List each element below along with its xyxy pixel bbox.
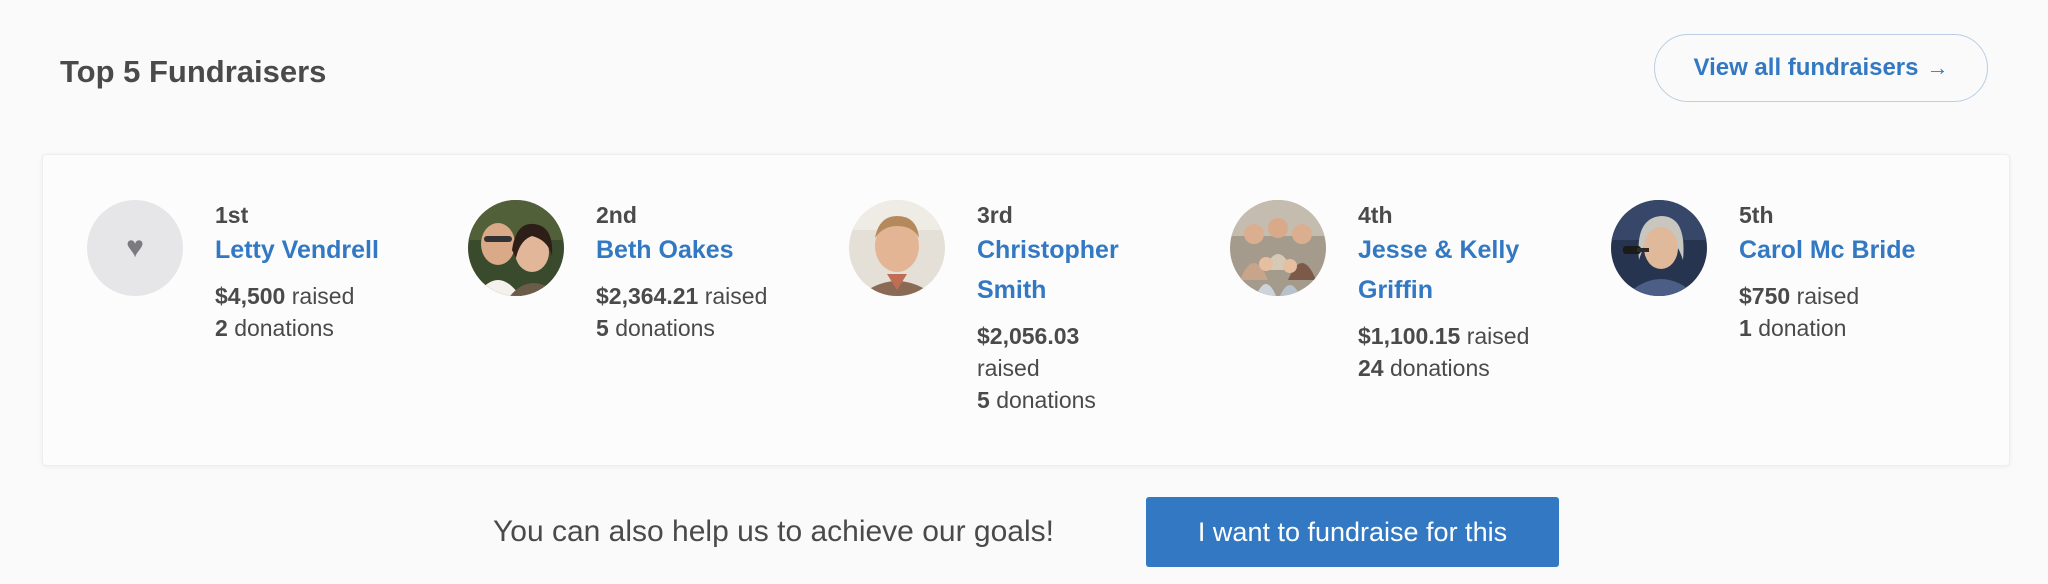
fundraiser-name-line: Griffin bbox=[1358, 276, 1433, 304]
avatar bbox=[468, 200, 564, 296]
fundraiser-item-3: 3rd Christopher Smith $2,056.03 raised 5… bbox=[849, 200, 1209, 440]
cta-row: You can also help us to achieve our goal… bbox=[0, 497, 2048, 567]
fundraiser-stats: $750 raised 1 donation bbox=[1739, 280, 1959, 344]
amount-raised: $1,100.15 bbox=[1358, 323, 1461, 349]
raised-label: raised bbox=[704, 283, 768, 309]
fundraiser-stats: $2,056.03 raised 5 donations bbox=[977, 320, 1197, 416]
fundraiser-info: 5th Carol Mc Bride $750 raised 1 donatio… bbox=[1739, 200, 1959, 344]
raised-label: raised bbox=[1466, 323, 1530, 349]
amount-raised: $2,364.21 bbox=[596, 283, 699, 309]
cta-text: You can also help us to achieve our goal… bbox=[493, 515, 1054, 548]
view-all-label: View all fundraisers bbox=[1693, 54, 1919, 81]
view-all-fundraisers-button[interactable]: View all fundraisers → bbox=[1654, 34, 1988, 102]
fundraiser-item-4: 4th Jesse & Kelly Griffin $1,100.15 rais… bbox=[1230, 200, 1590, 440]
donation-label: donations bbox=[615, 315, 715, 341]
fundraiser-info: 2nd Beth Oakes $2,364.21 raised 5 donati… bbox=[596, 200, 816, 344]
fundraiser-info: 1st Letty Vendrell $4,500 raised 2 donat… bbox=[215, 200, 435, 344]
fundraiser-name-link[interactable]: Carol Mc Bride bbox=[1739, 230, 1959, 270]
donation-count: 1 bbox=[1739, 315, 1752, 341]
amount-raised: $750 bbox=[1739, 283, 1791, 309]
fundraiser-name-line: Carol Mc Bride bbox=[1739, 236, 1916, 264]
fundraisers-card: ♥ 1st Letty Vendrell $4,500 raised 2 don… bbox=[42, 154, 2010, 466]
rank: 3rd bbox=[977, 202, 1013, 228]
fundraiser-name-link[interactable]: Christopher Smith bbox=[977, 230, 1197, 310]
donation-label: donations bbox=[1389, 355, 1490, 381]
raised-label: raised bbox=[977, 355, 1040, 381]
header: Top 5 Fundraisers View all fundraisers → bbox=[60, 34, 1988, 106]
fundraiser-name-link[interactable]: Letty Vendrell bbox=[215, 230, 435, 270]
rank: 1st bbox=[215, 202, 249, 228]
rank: 2nd bbox=[596, 202, 637, 228]
donation-count: 24 bbox=[1358, 355, 1384, 381]
rank: 4th bbox=[1358, 202, 1393, 228]
avatar bbox=[1611, 200, 1707, 296]
fundraiser-name-link[interactable]: Jesse & Kelly Griffin bbox=[1358, 230, 1578, 310]
avatar bbox=[1230, 200, 1326, 296]
heart-icon: ♥ bbox=[126, 231, 144, 264]
avatar bbox=[849, 200, 945, 296]
donation-label: donation bbox=[1758, 315, 1847, 341]
amount-raised: $4,500 bbox=[215, 283, 286, 309]
donation-label: donations bbox=[996, 387, 1096, 413]
donation-count: 5 bbox=[596, 315, 609, 341]
avatar: ♥ bbox=[87, 200, 183, 296]
fundraiser-item-1: ♥ 1st Letty Vendrell $4,500 raised 2 don… bbox=[87, 200, 447, 440]
amount-raised: $2,056.03 bbox=[977, 323, 1080, 349]
fundraiser-info: 4th Jesse & Kelly Griffin $1,100.15 rais… bbox=[1358, 200, 1578, 384]
fundraiser-stats: $1,100.15 raised 24 donations bbox=[1358, 320, 1578, 384]
fundraiser-stats: $2,364.21 raised 5 donations bbox=[596, 280, 816, 344]
donation-label: donations bbox=[234, 315, 334, 341]
raised-label: raised bbox=[1796, 283, 1860, 309]
fundraiser-name-line: Beth Oakes bbox=[596, 236, 734, 264]
fundraiser-info: 3rd Christopher Smith $2,056.03 raised 5… bbox=[977, 200, 1197, 416]
fundraiser-stats: $4,500 raised 2 donations bbox=[215, 280, 435, 344]
fundraiser-name-line: Jesse & Kelly bbox=[1358, 236, 1520, 264]
fundraiser-item-5: 5th Carol Mc Bride $750 raised 1 donatio… bbox=[1611, 200, 1971, 440]
fundraiser-item-2: 2nd Beth Oakes $2,364.21 raised 5 donati… bbox=[468, 200, 828, 440]
fundraiser-name-link[interactable]: Beth Oakes bbox=[596, 230, 816, 270]
raised-label: raised bbox=[291, 283, 355, 309]
fundraiser-name-line: Letty Vendrell bbox=[215, 236, 379, 264]
donation-count: 5 bbox=[977, 387, 990, 413]
arrow-right-icon: → bbox=[1926, 55, 1949, 80]
page-title: Top 5 Fundraisers bbox=[60, 54, 327, 89]
fundraiser-name-line: Smith bbox=[977, 276, 1047, 304]
fundraise-button[interactable]: I want to fundraise for this bbox=[1146, 497, 1559, 567]
donation-count: 2 bbox=[215, 315, 228, 341]
rank: 5th bbox=[1739, 202, 1774, 228]
fundraiser-name-line: Christopher bbox=[977, 236, 1119, 264]
